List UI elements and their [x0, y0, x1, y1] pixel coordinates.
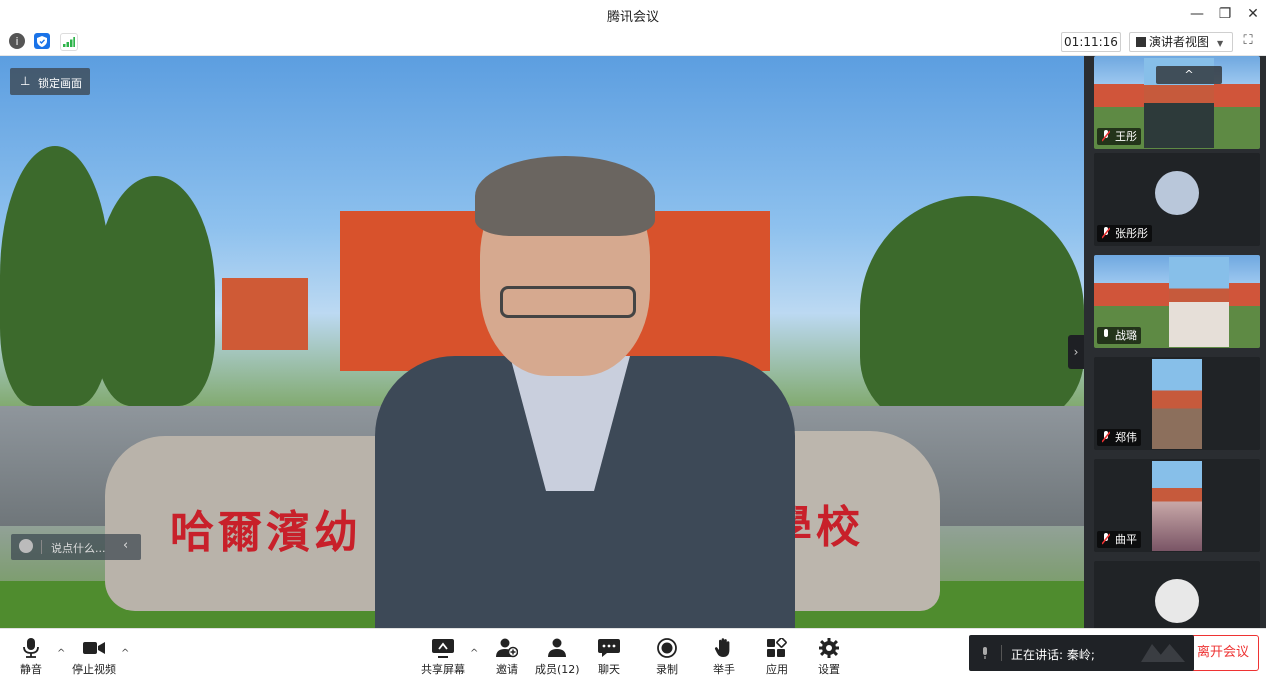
members-icon	[548, 638, 566, 657]
minimize-button[interactable]: —	[1186, 4, 1208, 24]
microphone-icon	[983, 647, 987, 659]
shield-icon[interactable]	[34, 33, 50, 49]
settings-label: 设置	[818, 663, 840, 676]
collapse-chat-icon[interactable]: ‹	[123, 538, 128, 553]
apps-button[interactable]: 应用	[760, 629, 794, 679]
chat-icon	[598, 639, 620, 657]
participant-tile[interactable]: 郑伟	[1094, 357, 1260, 450]
participant-sidebar: ^ 王彤 张彤彤 战璐 郑伟 曲平	[1084, 56, 1266, 628]
view-selector[interactable]: 演讲者视图 ▼	[1129, 32, 1233, 52]
meeting-toolbar: i 01:11:16 演讲者视图 ▼ ⛶	[0, 28, 1266, 56]
scroll-up-button[interactable]: ^	[1156, 66, 1222, 84]
share-screen-label: 共享屏幕	[421, 663, 465, 676]
participant-video	[1152, 359, 1202, 449]
stop-video-button[interactable]: 停止视频	[70, 629, 118, 679]
participant-name: 王彤	[1097, 128, 1141, 145]
mic-muted-icon	[1102, 431, 1110, 443]
close-button[interactable]: ✕	[1242, 4, 1264, 24]
record-icon	[657, 638, 677, 658]
meeting-timer: 01:11:16	[1061, 32, 1121, 52]
participant-tile[interactable]	[1094, 561, 1260, 628]
signal-icon[interactable]	[60, 33, 78, 51]
window-title: 腾讯会议	[606, 10, 659, 25]
pin-icon: ⊥	[20, 74, 31, 88]
speaker-hair	[475, 156, 655, 236]
audio-options-caret[interactable]: ^	[57, 648, 65, 659]
lock-view-label: 锁定画面	[38, 77, 82, 90]
raise-hand-button[interactable]: 举手	[707, 629, 741, 679]
leave-meeting-button[interactable]: 离开会议	[1187, 635, 1259, 671]
settings-button[interactable]: 设置	[812, 629, 846, 679]
share-options-caret[interactable]: ^	[470, 648, 478, 659]
stone-calligraphy-left: 哈爾濱幼	[170, 507, 362, 558]
participant-video	[1152, 461, 1202, 551]
mic-icon	[1104, 329, 1108, 337]
mic-muted-icon	[1102, 130, 1110, 142]
main-video: 哈爾濱幼 學校	[0, 56, 1084, 628]
microphone-icon	[23, 638, 39, 658]
participant-tile[interactable]: 曲平	[1094, 459, 1260, 552]
divider	[1001, 645, 1002, 661]
members-label: 成员(12)	[535, 663, 580, 676]
raise-hand-label: 举手	[713, 663, 735, 676]
tree	[95, 176, 215, 406]
info-icon[interactable]: i	[9, 33, 25, 49]
members-button[interactable]: 成员(12)	[535, 629, 580, 679]
participant-tile[interactable]: 张彤彤	[1094, 153, 1260, 246]
participant-name: 郑伟	[1097, 429, 1141, 446]
tree	[860, 196, 1084, 426]
apps-icon	[767, 638, 787, 657]
chat-input[interactable]: 说点什么...	[51, 540, 106, 556]
speaker-view-icon	[1136, 37, 1146, 47]
speaking-indicator: 正在讲话: 秦岭;	[969, 635, 1194, 671]
gear-icon	[819, 638, 839, 658]
video-options-caret[interactable]: ^	[121, 648, 129, 659]
speaker-person	[375, 156, 795, 628]
share-screen-icon	[432, 639, 454, 658]
quick-chat-box[interactable]: 说点什么... ‹	[11, 534, 141, 560]
chevron-down-icon: ▼	[1217, 39, 1224, 48]
invite-label: 邀请	[496, 663, 518, 676]
decorative-logo-icon	[1141, 644, 1185, 662]
participant-tile[interactable]: ^ 王彤	[1094, 56, 1260, 149]
divider	[41, 540, 42, 554]
participant-name: 曲平	[1097, 531, 1141, 548]
stop-video-label: 停止视频	[72, 663, 116, 676]
background-building-small	[222, 278, 308, 350]
invite-icon	[496, 638, 518, 658]
invite-button[interactable]: 邀请	[490, 629, 524, 679]
speaking-text: 正在讲话: 秦岭;	[1011, 648, 1095, 662]
participant-video	[1169, 257, 1229, 347]
collapse-sidebar-button[interactable]: ›	[1068, 335, 1084, 369]
lock-view-button[interactable]: ⊥ 锁定画面	[10, 68, 90, 95]
apps-label: 应用	[766, 663, 788, 676]
mute-button[interactable]: 静音	[14, 629, 48, 679]
record-button[interactable]: 录制	[650, 629, 684, 679]
speaker-glasses	[500, 286, 636, 318]
mute-label: 静音	[20, 663, 42, 676]
avatar	[1155, 579, 1199, 623]
participant-name: 张彤彤	[1097, 225, 1152, 242]
camera-icon	[83, 642, 105, 654]
share-screen-button[interactable]: 共享屏幕	[420, 629, 466, 679]
tree	[0, 146, 110, 406]
participant-tile[interactable]: 战璐	[1094, 255, 1260, 348]
emoji-icon	[19, 539, 33, 553]
record-label: 录制	[656, 663, 678, 676]
chat-label: 聊天	[598, 663, 620, 676]
hand-icon	[714, 638, 730, 657]
avatar	[1155, 171, 1199, 215]
mic-muted-icon	[1102, 533, 1110, 545]
view-selector-label: 演讲者视图	[1149, 35, 1210, 49]
title-bar: 腾讯会议 — ❐ ✕	[0, 0, 1266, 29]
participant-name: 战璐	[1097, 327, 1141, 344]
mic-muted-icon	[1102, 227, 1110, 239]
chat-button[interactable]: 聊天	[592, 629, 626, 679]
restore-button[interactable]: ❐	[1214, 4, 1236, 24]
fullscreen-icon[interactable]: ⛶	[1240, 33, 1256, 49]
